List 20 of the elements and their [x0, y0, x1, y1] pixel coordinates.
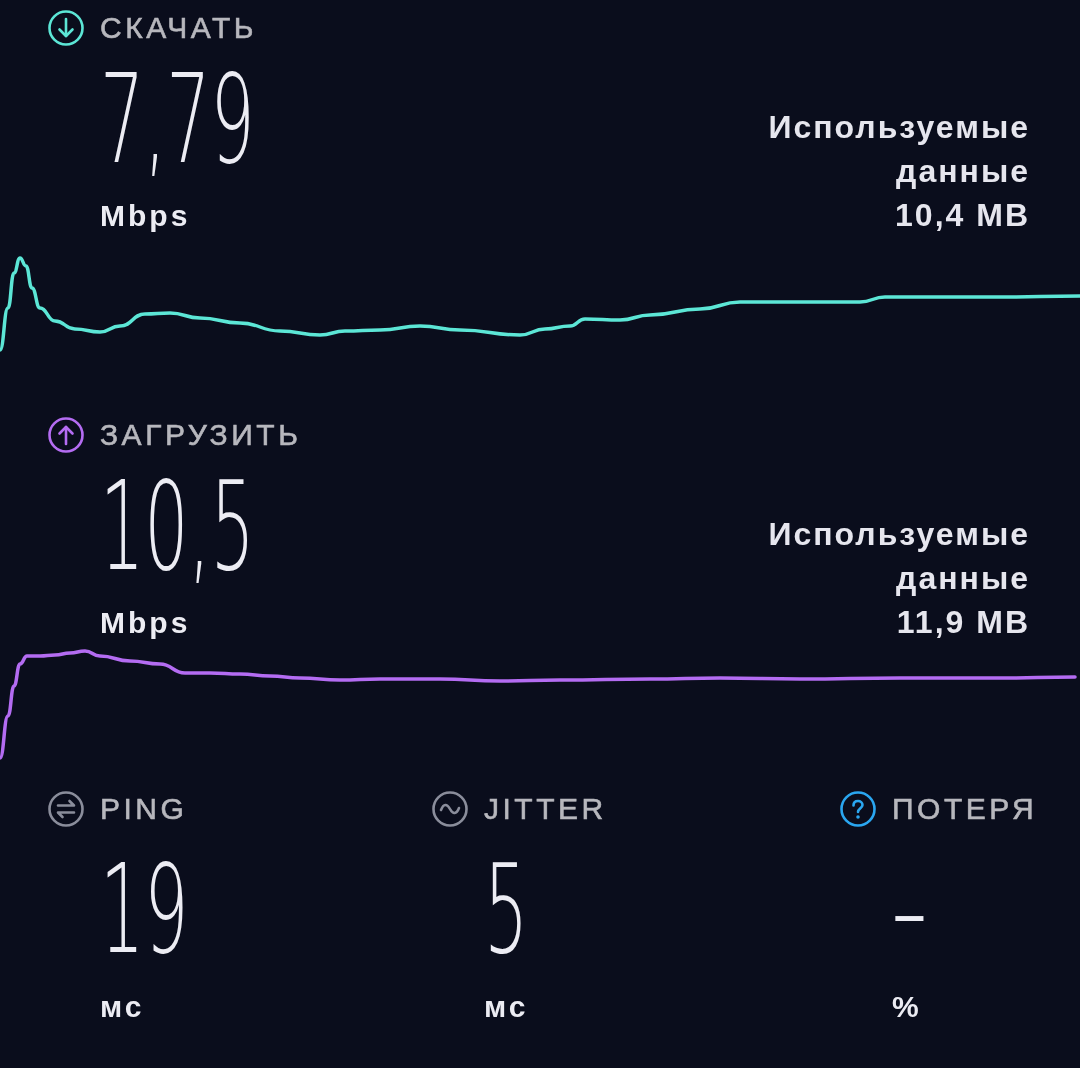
unit-label: %	[892, 989, 922, 1025]
data-used-value: 10,4 MB	[895, 196, 1030, 235]
speed-value: 7,79	[100, 57, 255, 182]
stat-value: –	[892, 847, 927, 972]
data-used-label: Используемые данные	[768, 108, 1030, 191]
stat-label: JITTER	[484, 791, 607, 827]
stat-label: PING	[100, 791, 188, 827]
test-label: СКАЧАТЬ	[100, 10, 257, 46]
unit-label: мс	[100, 989, 145, 1025]
speed-value: 10,5	[100, 464, 255, 589]
unit-label: Mbps	[100, 198, 191, 233]
stat-value: 19	[100, 847, 189, 972]
data-used-label: Используемые данные	[768, 515, 1030, 598]
data-used-value: 11,9 MB	[896, 603, 1030, 642]
stat-label: ПОТЕРЯ	[892, 791, 1038, 827]
stat-value: 5	[484, 847, 529, 972]
test-label: ЗАГРУЗИТЬ	[100, 417, 302, 453]
help-icon[interactable]	[840, 791, 876, 827]
unit-label: Mbps	[100, 605, 191, 640]
unit-label: мс	[484, 989, 529, 1025]
